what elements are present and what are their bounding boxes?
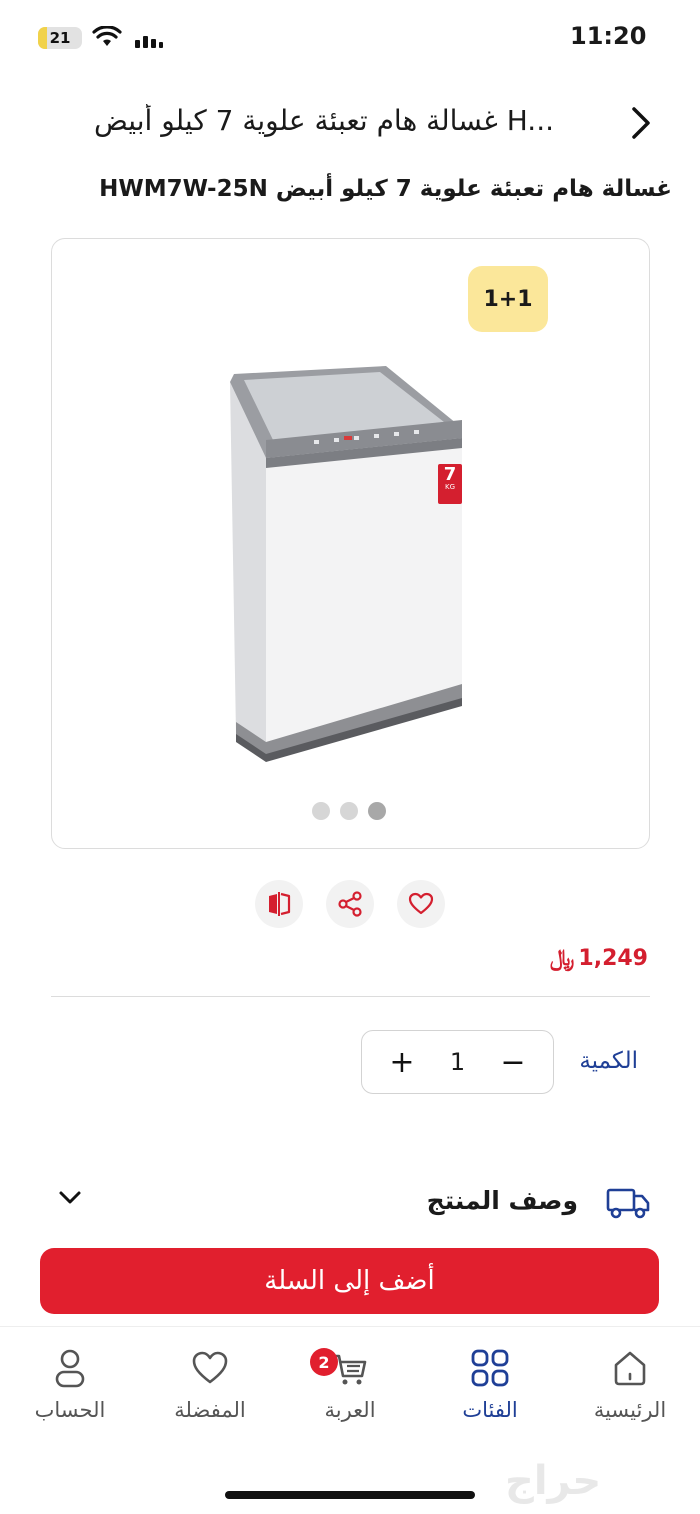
compare-button[interactable]: [255, 880, 303, 928]
nav-label: الحساب: [34, 1398, 106, 1422]
nav-item-categories[interactable]: الفئات: [430, 1348, 550, 1422]
cart-count-badge: 2: [310, 1348, 338, 1376]
increase-quantity-button[interactable]: +: [384, 1044, 420, 1080]
quantity-label: الكمية: [579, 1048, 638, 1074]
product-price: ﷼ 1,249: [550, 946, 648, 971]
description-label[interactable]: وصف المنتج: [427, 1186, 578, 1215]
status-time: 11:20: [570, 22, 647, 50]
divider: [51, 996, 650, 997]
heart-icon: [192, 1351, 228, 1384]
pagination-dot[interactable]: [312, 802, 330, 820]
pagination-dot[interactable]: [340, 802, 358, 820]
add-to-cart-button[interactable]: أضف إلى السلة: [40, 1248, 659, 1314]
pagination-dot-active[interactable]: [368, 802, 386, 820]
quantity-stepper: + 1 −: [361, 1030, 554, 1094]
quantity-value: 1: [449, 1048, 466, 1076]
home-icon: [614, 1351, 646, 1386]
signal-icon: [135, 36, 163, 48]
currency-symbol: ﷼: [550, 946, 575, 971]
header-title: غسالة هام تعبئة علوية 7 كيلو أبيض H...: [93, 104, 554, 137]
battery-level: 21: [49, 29, 71, 47]
nav-item-cart[interactable]: العربة: [290, 1348, 410, 1422]
grid-icon: [471, 1349, 509, 1387]
offer-badge: 1+1: [468, 266, 548, 332]
person-icon: [55, 1349, 85, 1388]
wifi-icon: [92, 26, 122, 46]
truck-icon: [606, 1188, 650, 1219]
share-button[interactable]: [326, 880, 374, 928]
watermark: حراج: [505, 1458, 602, 1504]
battery-indicator: 21: [38, 27, 82, 49]
nav-label: العربة: [324, 1398, 376, 1422]
product-title: غسالة هام تعبئة علوية 7 كيلو أبيض HWM7W-…: [99, 176, 672, 202]
nav-item-home[interactable]: الرئيسية: [570, 1348, 690, 1422]
product-image[interactable]: [222, 362, 472, 762]
share-icon: [338, 891, 362, 917]
nav-label: المفضلة: [174, 1398, 246, 1422]
nav-label: الرئيسية: [593, 1398, 667, 1422]
chevron-right-icon: [632, 107, 650, 139]
capacity-value: 7: [443, 464, 457, 485]
price-value: 1,249: [578, 946, 648, 971]
compare-icon: [269, 892, 291, 916]
chevron-down-icon[interactable]: [56, 1188, 84, 1208]
home-indicator[interactable]: [225, 1491, 475, 1499]
nav-label: الفئات: [462, 1398, 518, 1422]
decrease-quantity-button[interactable]: −: [495, 1044, 531, 1080]
heart-icon: [408, 892, 434, 915]
back-button[interactable]: [618, 98, 664, 148]
nav-item-account[interactable]: الحساب: [10, 1348, 130, 1422]
nav-item-favorites[interactable]: المفضلة: [150, 1348, 270, 1422]
capacity-unit: KG: [444, 483, 455, 491]
capacity-label: 7 KG: [440, 466, 460, 491]
image-pagination: [312, 802, 386, 820]
favorite-button[interactable]: [397, 880, 445, 928]
